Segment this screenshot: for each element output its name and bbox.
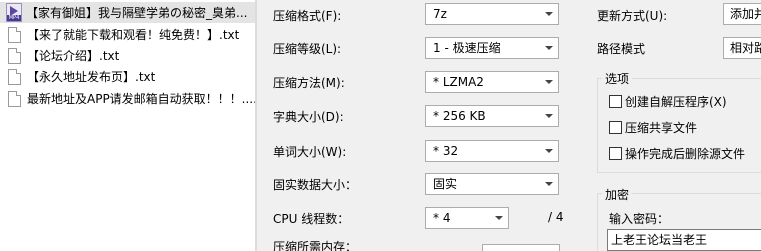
file-row[interactable]: 最新地址及APP请发邮箱自动获取！！！.... bbox=[0, 88, 255, 109]
dict-size-label: 字典大小(D): bbox=[273, 110, 344, 124]
password-label: 输入密码： bbox=[609, 212, 670, 226]
chevron-down-icon bbox=[540, 141, 558, 161]
mp4-video-icon: MP4 bbox=[6, 3, 22, 22]
memory-usage-field bbox=[482, 244, 560, 251]
cpu-threads-label: CPU 线程数： bbox=[273, 212, 350, 226]
create-sfx-label: 创建自解压程序(X) bbox=[625, 95, 727, 109]
text-file-icon bbox=[8, 90, 21, 107]
solid-block-value: 固实 bbox=[433, 177, 458, 191]
file-name: 【论坛介绍】.txt bbox=[27, 49, 120, 63]
text-file-icon bbox=[8, 26, 21, 43]
cpu-threads-select[interactable]: * 4 bbox=[425, 207, 509, 229]
compression-settings-panel: 压缩格式(F): 7z 压缩等级(L): 1 - 极速压缩 压缩方法(M): *… bbox=[257, 0, 761, 251]
create-sfx-checkbox[interactable]: 创建自解压程序(X) bbox=[609, 93, 727, 110]
solid-block-select[interactable]: 固实 bbox=[425, 173, 559, 195]
delete-after-label: 操作完成后删除源文件 bbox=[625, 147, 746, 161]
compress-shared-label: 压缩共享文件 bbox=[625, 121, 698, 135]
level-value: 1 - 极速压缩 bbox=[433, 41, 501, 55]
file-name: 【家有御姐】我与隔壁学弟の秘密_臭弟... bbox=[26, 6, 248, 20]
file-list: MP4 【家有御姐】我与隔壁学弟の秘密_臭弟... 【来了就能下载和观看！纯免费… bbox=[0, 0, 255, 251]
method-label: 压缩方法(M): bbox=[273, 76, 345, 90]
dict-size-value: * 256 KB bbox=[433, 109, 486, 123]
file-row[interactable]: 【永久地址发布页】.txt bbox=[0, 66, 255, 87]
file-row[interactable]: 【论坛介绍】.txt bbox=[0, 45, 255, 66]
checkbox[interactable] bbox=[609, 147, 622, 160]
path-mode-value: 相对路 bbox=[730, 41, 761, 55]
chevron-down-icon bbox=[540, 72, 558, 92]
memory-usage-label: 压缩所需内存： bbox=[273, 240, 358, 251]
level-label: 压缩等级(L): bbox=[273, 42, 342, 56]
file-name: 【来了就能下载和观看！纯免费！】.txt bbox=[27, 28, 240, 42]
cpu-threads-value: * 4 bbox=[433, 211, 451, 225]
file-row[interactable]: MP4 【家有御姐】我与隔壁学弟の秘密_臭弟... bbox=[0, 2, 255, 23]
text-file-icon bbox=[8, 68, 21, 85]
encryption-group-title: 加密 bbox=[602, 186, 633, 203]
method-select[interactable]: * LZMA2 bbox=[425, 71, 559, 93]
options-group-title: 选项 bbox=[602, 70, 633, 87]
method-value: * LZMA2 bbox=[433, 75, 484, 89]
word-size-label: 单词大小(W): bbox=[273, 145, 347, 159]
chevron-down-icon bbox=[540, 38, 558, 58]
password-value: 上老王论坛当老王 bbox=[611, 233, 708, 247]
format-label: 压缩格式(F): bbox=[273, 9, 342, 23]
path-mode-label: 路径模式 bbox=[597, 42, 646, 56]
compress-shared-checkbox[interactable]: 压缩共享文件 bbox=[609, 119, 697, 136]
path-mode-select[interactable]: 相对路 bbox=[723, 37, 761, 59]
chevron-down-icon bbox=[490, 208, 508, 228]
dict-size-select[interactable]: * 256 KB bbox=[425, 105, 559, 127]
chevron-down-icon bbox=[540, 174, 558, 194]
chevron-down-icon bbox=[540, 4, 558, 24]
checkbox[interactable] bbox=[609, 95, 622, 108]
cpu-threads-max: / 4 bbox=[548, 210, 564, 224]
file-name: 最新地址及APP请发邮箱自动获取！！！.... bbox=[27, 92, 255, 106]
update-mode-select[interactable]: 添加并 bbox=[723, 3, 761, 25]
mp4-tag: MP4 bbox=[7, 15, 21, 21]
solid-block-label: 固实数据大小： bbox=[273, 178, 358, 192]
word-size-value: * 32 bbox=[433, 144, 459, 158]
update-mode-value: 添加并 bbox=[730, 7, 761, 21]
level-select[interactable]: 1 - 极速压缩 bbox=[425, 37, 559, 59]
file-row[interactable]: 【来了就能下载和观看！纯免费！】.txt bbox=[0, 24, 255, 45]
delete-after-checkbox[interactable]: 操作完成后删除源文件 bbox=[609, 145, 745, 162]
file-name: 【永久地址发布页】.txt bbox=[27, 70, 156, 84]
word-size-select[interactable]: * 32 bbox=[425, 140, 559, 162]
password-input[interactable]: 上老王论坛当老王 bbox=[607, 229, 761, 251]
format-value: 7z bbox=[433, 7, 447, 21]
update-mode-label: 更新方式(U): bbox=[597, 9, 668, 23]
checkbox[interactable] bbox=[609, 121, 622, 134]
format-select[interactable]: 7z bbox=[425, 3, 559, 25]
text-file-icon bbox=[8, 47, 21, 64]
chevron-down-icon bbox=[540, 106, 558, 126]
